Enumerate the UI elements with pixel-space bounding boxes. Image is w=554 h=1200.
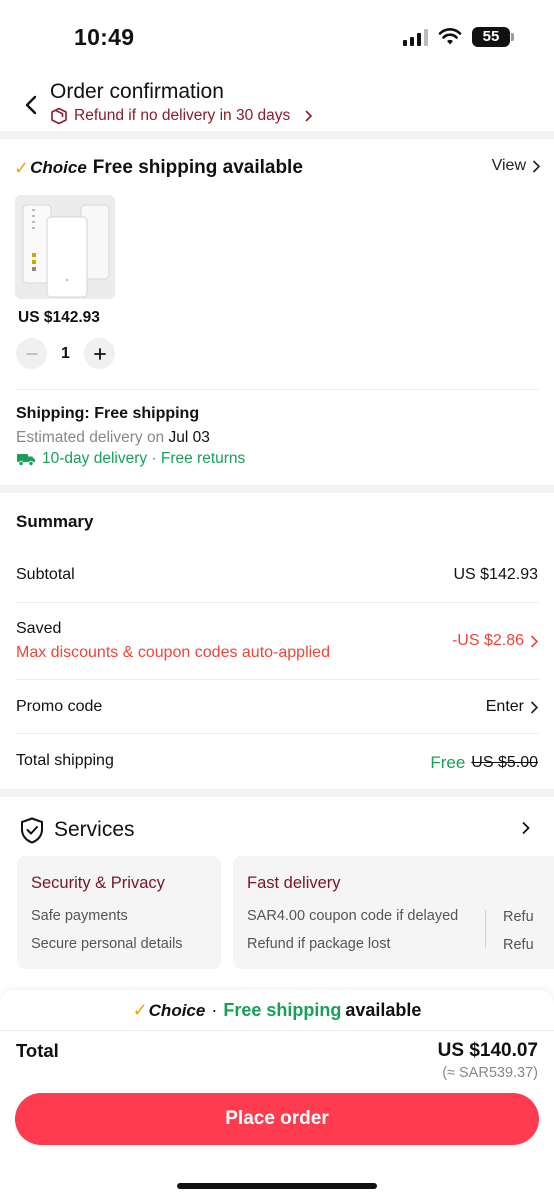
product-price: US $142.93	[18, 309, 100, 326]
promo-code-enter-label: Enter	[485, 698, 524, 715]
subtotal-amount: US $142.93	[453, 566, 538, 583]
delivery-info-text: 10-day delivery · Free returns	[42, 450, 246, 467]
shipping-free-label: Free	[430, 753, 466, 772]
service-card-security[interactable]: Security & Privacy Safe payments Secure …	[17, 856, 221, 969]
divider-line	[15, 602, 539, 603]
promo-code-enter-button[interactable]: Enter	[486, 698, 538, 716]
service-card-title: Fast delivery	[247, 874, 341, 892]
plus-icon	[93, 347, 106, 360]
choice-logo: ✓ Choice	[133, 1000, 206, 1021]
choice-label: Choice	[30, 158, 87, 177]
truck-icon	[17, 453, 35, 466]
service-card-fast-delivery[interactable]: Fast delivery SAR4.00 coupon code if del…	[233, 856, 554, 969]
service-extra-column: Refu Refu	[503, 903, 534, 959]
service-card-separator	[485, 910, 486, 948]
decrease-quantity-button[interactable]	[16, 338, 47, 369]
choice-free-shipping-banner: ✓ Choice · Free shipping available	[0, 1000, 554, 1021]
choice-check-icon: ✓	[132, 1000, 148, 1020]
status-bar: 10:49 55	[0, 0, 554, 70]
saved-discount-link[interactable]: -US $2.86	[452, 632, 538, 650]
view-link[interactable]: View	[492, 157, 540, 175]
wifi-icon	[438, 28, 462, 45]
page-header: Order confirmation Refund if no delivery…	[0, 72, 554, 134]
product-image[interactable]	[15, 195, 115, 299]
saved-note: Max discounts & coupon codes auto-applie…	[16, 644, 330, 661]
chevron-right-icon	[530, 700, 538, 714]
router-image	[15, 195, 115, 299]
delivery-info: 10-day delivery · Free returns	[16, 450, 245, 468]
section-divider	[0, 789, 554, 797]
section-divider	[0, 131, 554, 139]
package-icon	[51, 107, 67, 125]
chevron-right-icon	[530, 634, 538, 648]
summary-title: Summary	[16, 512, 94, 531]
service-item: Refu	[503, 909, 534, 925]
status-time: 10:49	[74, 24, 135, 50]
service-item: Secure personal details	[31, 936, 183, 952]
home-indicator	[177, 1183, 377, 1189]
total-shipping-label: Total shipping	[16, 752, 114, 769]
total-label: Total	[16, 1040, 59, 1061]
estimated-delivery-prefix: Estimated delivery on	[16, 429, 165, 446]
service-card-title: Security & Privacy	[31, 874, 165, 892]
cellular-signal-icon	[403, 28, 428, 46]
free-shipping-highlight: Free shipping	[223, 1000, 342, 1020]
service-item: Refu	[503, 937, 534, 953]
promo-code-label: Promo code	[16, 698, 103, 715]
store-header: ✓ Choice Free shipping available View	[14, 154, 540, 182]
estimated-delivery: Estimated delivery on Jul 03	[16, 429, 210, 447]
separator: ·	[211, 1000, 218, 1020]
subtotal-label: Subtotal	[16, 566, 75, 583]
service-item: Refund if package lost	[247, 936, 391, 952]
total-sar-value: (≈ SAR539.37)	[442, 1065, 538, 1081]
increase-quantity-button[interactable]	[84, 338, 115, 369]
section-divider	[0, 485, 554, 493]
refund-text: Refund if no delivery in 30 days	[74, 107, 291, 124]
choice-check-icon: ✓	[14, 157, 30, 178]
chevron-right-icon	[522, 821, 530, 835]
chevron-right-icon	[532, 159, 540, 173]
choice-label: Choice	[148, 1000, 206, 1020]
service-item: SAR4.00 coupon code if delayed	[247, 908, 459, 924]
subtotal-value: US $142.93	[453, 566, 538, 584]
refund-guarantee-link[interactable]: Refund if no delivery in 30 days	[50, 107, 313, 125]
view-label: View	[491, 157, 526, 174]
total-shipping-value: Free US $5.00	[430, 753, 538, 773]
page-title: Order confirmation	[50, 80, 224, 103]
battery-icon: 55	[472, 27, 514, 47]
divider-line	[15, 389, 539, 390]
divider-line	[0, 1030, 554, 1031]
services-header[interactable]: Services	[20, 815, 534, 845]
quantity-stepper: 1	[16, 338, 115, 369]
quantity-value: 1	[61, 344, 70, 362]
shipping-original-price: US $5.00	[471, 754, 538, 771]
estimated-delivery-date: Jul 03	[168, 429, 210, 446]
back-button[interactable]	[20, 92, 42, 118]
chevron-right-icon	[305, 110, 313, 122]
saved-label: Saved	[16, 620, 62, 637]
shield-check-icon	[21, 817, 43, 843]
divider-line	[15, 733, 539, 734]
available-label: available	[345, 1000, 422, 1020]
minus-icon	[25, 352, 38, 355]
place-order-button[interactable]: Place order	[15, 1093, 539, 1145]
divider-line	[15, 679, 539, 680]
free-shipping-label: Free shipping available	[92, 157, 303, 178]
service-item: Safe payments	[31, 908, 128, 924]
status-icons: 55	[403, 27, 514, 47]
services-title: Services	[54, 818, 135, 841]
choice-logo: ✓ Choice	[14, 158, 87, 179]
total-value: US $140.07	[437, 1040, 538, 1061]
chevron-left-icon	[25, 95, 37, 115]
shipping-title: Shipping: Free shipping	[16, 405, 200, 422]
saved-amount: -US $2.86	[451, 632, 524, 649]
